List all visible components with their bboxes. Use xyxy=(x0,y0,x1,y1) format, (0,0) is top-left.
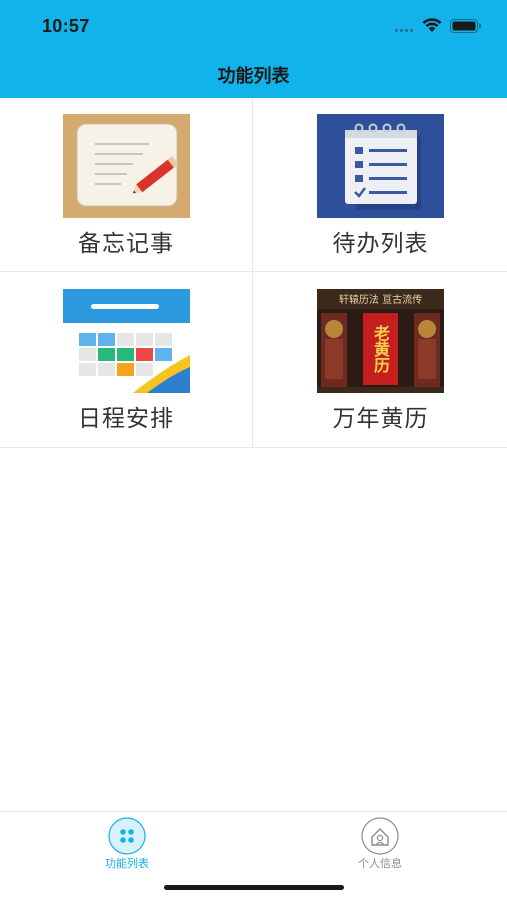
grid-item-almanac[interactable]: 轩辕历法 亘古流传 老黄历 万年黄历 xyxy=(254,273,507,447)
grid-item-label: 日程安排 xyxy=(78,406,174,432)
grid-item-calendar[interactable]: 日程安排 xyxy=(0,273,253,447)
poster-top-text: 轩辕历法 亘古流传 xyxy=(339,293,422,306)
grid-item-label: 待办列表 xyxy=(332,231,429,257)
header-bar: 10:57 功能列表 xyxy=(0,0,507,98)
home-indicator[interactable] xyxy=(164,885,344,890)
status-time: 10:57 xyxy=(42,16,90,36)
page-title: 功能列表 xyxy=(217,66,290,87)
grid-item-todo[interactable]: 待办列表 xyxy=(254,98,507,272)
battery-icon xyxy=(450,19,481,33)
grid-item-label: 万年黄历 xyxy=(332,406,429,432)
tab-label: 功能列表 xyxy=(105,857,149,870)
grid-item-label: 备忘记事 xyxy=(78,231,174,257)
tab-personal-info[interactable]: 个人信息 xyxy=(320,817,440,873)
grid-item-memo[interactable]: 备忘记事 xyxy=(0,98,253,272)
wifi-icon xyxy=(422,18,442,32)
signal-dots-icon xyxy=(395,29,413,32)
calendar-schedule-icon xyxy=(63,289,190,393)
almanac-poster-icon: 轩辕历法 亘古流传 老黄历 xyxy=(317,289,444,393)
tab-feature-list[interactable]: 功能列表 xyxy=(67,817,187,873)
person-profile-icon xyxy=(361,817,399,855)
memo-notepad-pencil-icon xyxy=(63,114,190,218)
tab-label: 个人信息 xyxy=(358,857,402,870)
grid-dots-icon xyxy=(108,817,146,855)
feature-grid: 备忘记事 待办列表 日程安排 轩辕历法 亘古流传 老黄历 万年黄历 xyxy=(0,98,507,448)
poster-main-text: 老黄历 xyxy=(371,324,391,374)
todo-checklist-icon xyxy=(317,114,444,218)
